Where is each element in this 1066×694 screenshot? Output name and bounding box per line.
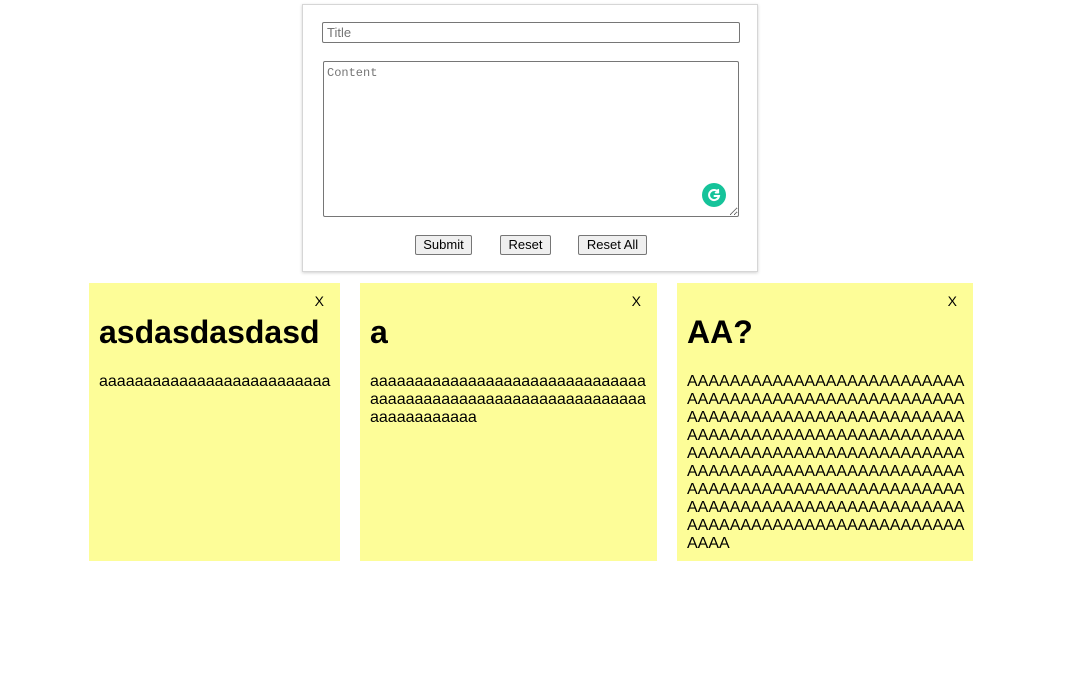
sticky-note: X AA? AAAAAAAAAAAAAAAAAAAAAAAAAAAAAAAAAA…: [677, 283, 973, 561]
note-content: aaaaaaaaaaaaaaaaaaaaaaaaaaaaaaaaaaaaaaaa…: [370, 373, 646, 426]
sticky-note: X asdasdasdasd aaaaaaaaaaaaaaaaaaaaaaaaa…: [89, 283, 340, 561]
title-input[interactable]: [322, 22, 740, 43]
note-form: Submit Reset Reset All: [302, 4, 758, 272]
close-note-button[interactable]: X: [315, 293, 324, 309]
note-content: aaaaaaaaaaaaaaaaaaaaaaaaaa: [99, 373, 331, 390]
note-title: AA?: [687, 314, 753, 350]
note-title: asdasdasdasd: [99, 314, 320, 350]
submit-button[interactable]: Submit: [415, 235, 472, 255]
note-content: AAAAAAAAAAAAAAAAAAAAAAAAAAAAAAAAAAAAAAAA…: [687, 373, 965, 552]
close-note-button[interactable]: X: [632, 293, 641, 309]
reset-button[interactable]: Reset: [500, 235, 551, 255]
grammarly-g-icon: [708, 188, 721, 202]
close-note-button[interactable]: X: [948, 293, 957, 309]
grammarly-icon[interactable]: [702, 183, 726, 207]
sticky-note: X a aaaaaaaaaaaaaaaaaaaaaaaaaaaaaaaaaaaa…: [360, 283, 657, 561]
note-title: a: [370, 314, 388, 350]
reset-all-button[interactable]: Reset All: [578, 235, 647, 255]
content-textarea[interactable]: [323, 61, 739, 217]
